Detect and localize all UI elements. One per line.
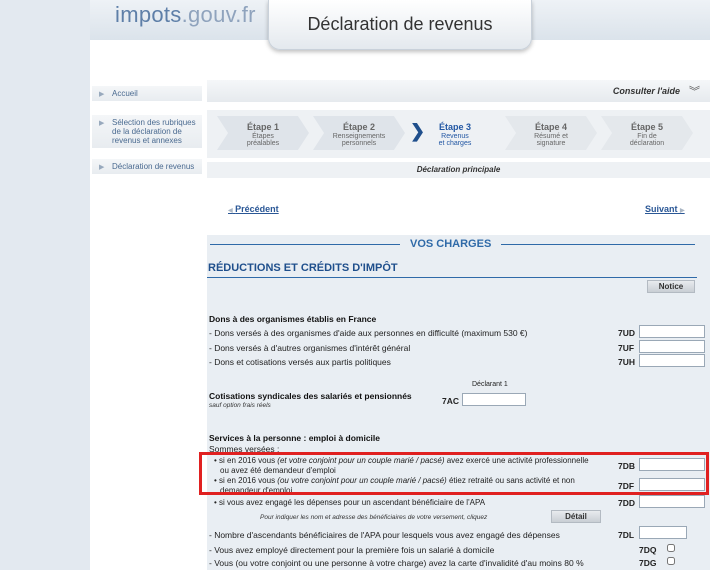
input-7uf[interactable] bbox=[639, 340, 705, 353]
row-label-7dq: - Vous avez employé directement pour la … bbox=[209, 545, 495, 555]
step-label: préalables bbox=[246, 140, 280, 147]
progress-steps: Étape 1 Étapes préalables Étape 2 Rensei… bbox=[207, 110, 710, 158]
sidebar-item-selection-rubriques[interactable]: ▶ Sélection des rubriques de la déclarat… bbox=[92, 115, 202, 148]
page-title-banner: Déclaration de revenus bbox=[268, 0, 532, 50]
step-number: Étape 2 bbox=[342, 122, 375, 132]
step-1[interactable]: Étape 1 Étapes préalables bbox=[217, 116, 309, 150]
chevron-right-icon: ▶ bbox=[99, 164, 105, 171]
subsection-title: RÉDUCTIONS ET CRÉDITS D'IMPÔT bbox=[208, 262, 398, 274]
next-label: Suivant bbox=[645, 204, 678, 214]
code-7dq: 7DQ bbox=[639, 545, 657, 555]
triangle-right-icon: ▶ bbox=[680, 208, 685, 214]
notice-button[interactable]: Notice bbox=[647, 280, 695, 293]
input-7ud[interactable] bbox=[639, 325, 705, 338]
input-7uh[interactable] bbox=[639, 354, 705, 367]
column-header-declarant1: Déclarant 1 bbox=[472, 381, 508, 388]
chevron-right-icon: ▶ bbox=[99, 91, 105, 98]
sidebar-item-declaration[interactable]: ▶ Déclaration de revenus bbox=[92, 159, 202, 174]
highlight-annotation bbox=[199, 452, 709, 495]
row-label-7uh: - Dons et cotisations versés aux partis … bbox=[209, 357, 391, 367]
code-7dd: 7DD bbox=[618, 498, 636, 508]
input-7dd[interactable] bbox=[639, 495, 705, 508]
dons-title: Dons à des organismes établis en France bbox=[209, 314, 377, 324]
row-label-7dd: • si vous avez engagé les dépenses pour … bbox=[214, 498, 486, 507]
input-7ac[interactable] bbox=[462, 393, 526, 406]
row-label-7ud: - Dons versés à des organismes d'aide au… bbox=[209, 328, 528, 338]
step-label: Étapes bbox=[252, 133, 274, 140]
sidebar-item-accueil[interactable]: ▶ Accueil bbox=[92, 86, 202, 101]
step-2[interactable]: Étape 2 Renseignements personnels bbox=[313, 116, 405, 150]
step-4: Étape 4 Résumé et signature bbox=[505, 116, 597, 150]
step-label: signature bbox=[536, 140, 566, 147]
step-number: Étape 1 bbox=[246, 122, 279, 132]
previous-link[interactable]: ◀ Précédent bbox=[228, 204, 279, 214]
step-label: personnels bbox=[341, 140, 377, 147]
step-label: Résumé et bbox=[534, 133, 568, 140]
step-label: déclaration bbox=[629, 140, 665, 147]
code-7dg: 7DG bbox=[639, 558, 657, 568]
help-bar[interactable]: Consulter l'aide ︾ bbox=[207, 80, 710, 102]
row-label-7uf: - Dons versés à d'autres organismes d'in… bbox=[209, 343, 411, 353]
subsection-divider bbox=[207, 277, 697, 278]
logo-tld: .gouv.fr bbox=[181, 2, 256, 27]
step-number: Étape 4 bbox=[534, 122, 567, 132]
code-7uf: 7UF bbox=[618, 343, 635, 353]
chevron-right-icon: ▶ bbox=[99, 120, 105, 127]
checkbox-7dg[interactable] bbox=[667, 557, 675, 565]
step-number: Étape 5 bbox=[630, 122, 663, 132]
declaration-type-label: Déclaration principale bbox=[207, 162, 710, 178]
cotisations-subtitle: sauf option frais réels bbox=[209, 402, 271, 409]
sidebar-item-label: Déclaration de revenus bbox=[112, 162, 195, 171]
sidebar-item-label: Sélection des rubriques de la déclaratio… bbox=[112, 118, 196, 145]
services-title: Services à la personne : emploi à domici… bbox=[209, 433, 381, 443]
page-title: Déclaration de revenus bbox=[307, 14, 493, 34]
sidebar-item-label: Accueil bbox=[112, 89, 138, 98]
previous-label: Précédent bbox=[235, 204, 279, 214]
cotisations-title: Cotisations syndicales des salariés et p… bbox=[209, 391, 412, 401]
current-step-arrow-icon: ❯ bbox=[410, 121, 426, 141]
next-link[interactable]: Suivant ▶ bbox=[645, 204, 685, 214]
logo-main: impots bbox=[115, 2, 182, 27]
step-label: Fin de bbox=[637, 133, 657, 140]
left-margin bbox=[0, 0, 90, 570]
step-label: Renseignements bbox=[332, 133, 386, 140]
note-7dd: Pour indiquer les nom et adresse des bén… bbox=[260, 514, 488, 521]
help-link[interactable]: Consulter l'aide bbox=[613, 86, 680, 96]
triangle-left-icon: ◀ bbox=[228, 208, 233, 214]
input-7dl[interactable] bbox=[639, 526, 687, 539]
code-7ac: 7AC bbox=[442, 396, 460, 406]
row-label-7dg: - Vous (ou votre conjoint ou une personn… bbox=[209, 558, 584, 568]
step-5: Étape 5 Fin de déclaration bbox=[601, 116, 693, 150]
section-title: VOS CHARGES bbox=[400, 238, 502, 250]
code-7ud: 7UD bbox=[618, 328, 636, 338]
double-chevron-down-icon[interactable]: ︾ bbox=[689, 83, 700, 99]
code-7uh: 7UH bbox=[618, 357, 636, 367]
checkbox-7dq[interactable] bbox=[667, 544, 675, 552]
detail-button[interactable]: Détail bbox=[551, 510, 601, 523]
row-label-7dl: - Nombre d'ascendants bénéficiaires de l… bbox=[209, 530, 560, 540]
impots-logo[interactable]: impots.gouv.fr bbox=[115, 2, 256, 28]
code-7dl: 7DL bbox=[618, 530, 635, 540]
